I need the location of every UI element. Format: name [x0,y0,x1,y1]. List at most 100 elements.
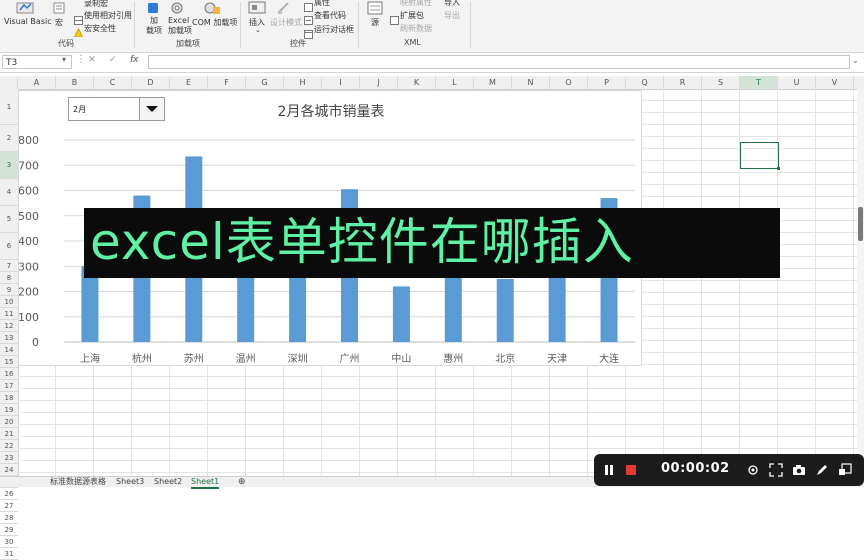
run-dialog-button[interactable]: 运行对话框 [314,24,354,35]
row-header[interactable]: 27 [0,500,18,512]
screenshot-icon[interactable] [792,463,806,477]
expansion-packs-button[interactable]: 扩展包 [400,10,424,21]
column-header[interactable]: O [550,76,588,89]
excel-addins-button[interactable]: Excel 加载项 [168,16,192,36]
row-header[interactable]: 3 [0,152,18,179]
pen-icon[interactable] [815,463,829,477]
export-button[interactable]: 导出 [444,10,460,21]
xml-source-icon[interactable] [367,0,383,15]
addins-button[interactable]: 加 载项 [146,16,162,36]
x-tick-label: 深圳 [288,353,308,365]
confirm-icon[interactable]: ✓ [109,55,117,65]
row-header[interactable]: 26 [0,488,18,500]
insert-function-icon[interactable]: fx [130,55,139,65]
row-header[interactable]: 12 [0,320,18,332]
row-header[interactable]: 11 [0,308,18,320]
column-header[interactable]: H [284,76,322,89]
scrollbar-thumb[interactable] [858,207,863,241]
column-header[interactable]: S [702,76,740,89]
stop-icon[interactable] [625,464,637,476]
sheet-tab-sheet1[interactable]: Sheet1 [191,477,220,489]
column-header[interactable]: E [170,76,208,89]
column-header[interactable]: T [740,76,778,89]
addins-icon[interactable] [146,0,160,13]
row-header[interactable]: 23 [0,452,18,464]
design-mode-icon[interactable] [276,0,292,14]
row-header[interactable]: 1 [0,89,18,125]
refresh-data-button[interactable]: 刷新数据 [400,23,432,34]
fullscreen-icon[interactable] [769,463,783,477]
row-header[interactable]: 2 [0,125,18,152]
row-header[interactable]: 24 [0,464,18,476]
bar-北京 [496,278,514,342]
view-code-button[interactable]: 查看代码 [314,10,346,21]
column-header[interactable]: F [208,76,246,89]
column-header[interactable]: R [664,76,702,89]
row-header[interactable]: 17 [0,380,18,392]
column-header[interactable]: G [246,76,284,89]
macro-icon[interactable] [52,0,66,14]
row-header[interactable]: 7 [0,260,18,272]
row-header[interactable]: 15 [0,356,18,368]
row-header[interactable]: 20 [0,416,18,428]
column-header[interactable]: N [512,76,550,89]
row-header[interactable]: 21 [0,428,18,440]
formula-input[interactable] [148,55,850,69]
row-header[interactable]: 13 [0,332,18,344]
relative-reference-button[interactable]: 使用相对引用 [84,10,132,21]
excel-addins-gear-icon[interactable] [170,0,184,14]
macro-button[interactable]: 宏 [55,17,63,28]
camera-target-icon[interactable] [746,463,760,477]
row-header[interactable]: 30 [0,536,18,548]
visual-basic-button[interactable]: Visual Basic [4,17,52,26]
com-addins-gear-icon[interactable] [203,0,221,14]
row-header[interactable]: 8 [0,272,18,284]
selected-cell-t3[interactable] [740,142,780,170]
select-all-corner[interactable] [0,76,18,89]
row-header[interactable]: 31 [0,548,18,560]
row-header[interactable]: 9 [0,284,18,296]
column-header[interactable]: I [322,76,360,89]
column-header[interactable]: C [94,76,132,89]
row-header[interactable]: 16 [0,368,18,380]
row-header[interactable]: 14 [0,344,18,356]
row-header[interactable]: 19 [0,404,18,416]
properties-button[interactable]: 属性 [314,0,330,8]
column-header[interactable]: A [18,76,56,89]
column-header[interactable]: V [816,76,854,89]
column-header[interactable]: Q [626,76,664,89]
visual-basic-icon[interactable] [14,0,36,14]
column-header[interactable]: P [588,76,626,89]
row-header[interactable]: 6 [0,233,18,260]
column-header[interactable]: J [360,76,398,89]
row-header[interactable]: 28 [0,512,18,524]
column-header[interactable]: B [56,76,94,89]
row-header[interactable]: 4 [0,179,18,206]
vertical-scrollbar[interactable] [857,89,864,476]
column-header[interactable]: M [474,76,512,89]
fill-handle[interactable] [777,167,780,170]
macro-security-button[interactable]: 宏安全性 [84,23,116,34]
row-header[interactable]: 29 [0,524,18,536]
pause-icon[interactable] [603,464,615,476]
column-header[interactable]: K [398,76,436,89]
insert-control-icon[interactable] [248,0,266,14]
chevron-down-icon[interactable]: ⌄ [255,26,261,34]
expand-formula-bar-icon[interactable]: ⌄ [852,56,859,65]
import-button[interactable]: 导入 [444,0,460,8]
row-header[interactable]: 18 [0,392,18,404]
row-header[interactable]: 22 [0,440,18,452]
column-header[interactable]: U [778,76,816,89]
design-mode-button[interactable]: 设计模式 [270,17,302,28]
minimize-window-icon[interactable] [838,463,852,477]
name-box-dropdown-icon[interactable]: ▾ [62,55,66,64]
record-macro-button[interactable]: 录制宏 [84,0,108,9]
map-properties-button[interactable]: 映射属性 [400,0,432,8]
xml-source-button[interactable]: 源 [371,17,379,28]
column-header[interactable]: D [132,76,170,89]
column-header[interactable]: L [436,76,474,89]
cancel-icon[interactable]: ✕ [88,55,96,65]
row-header[interactable]: 5 [0,206,18,233]
row-header[interactable]: 10 [0,296,18,308]
com-addins-button[interactable]: COM 加载项 [192,17,237,28]
